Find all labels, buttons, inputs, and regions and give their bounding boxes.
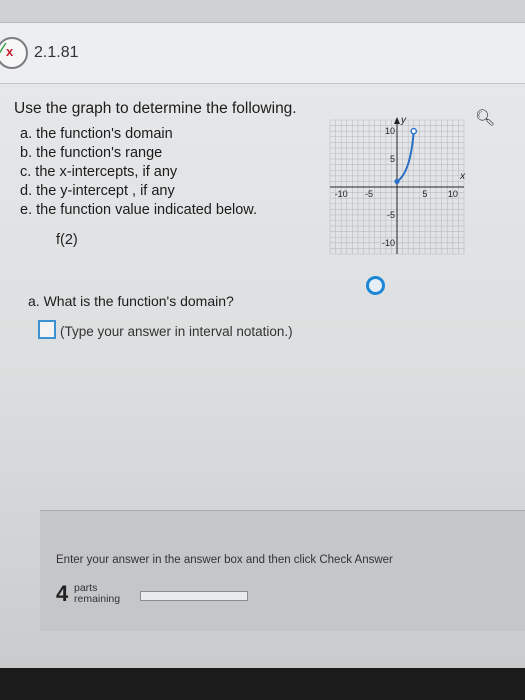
y-axis-label: y [400,115,407,126]
function-graph[interactable]: y x -10 -5 5 10 10 5 -5 -10 [324,112,470,262]
y-axis-arrow-icon [394,117,400,124]
instruction-text: Enter your answer in the answer box and … [56,554,393,566]
y-tick-label: -10 [382,238,395,248]
question-items: a. the function's domain b. the function… [14,125,297,220]
question-item: d. the y-intercept , if any [20,183,175,199]
parts-count: 4 [56,581,69,606]
progress-bar [140,591,248,601]
question-item: c. the x-intercepts, if any [20,164,178,180]
function-curve [396,131,415,183]
y-tick-label: -5 [387,210,395,220]
screen: ⁄ x 2.1.81 Use the graph to determine th… [0,0,525,668]
x-glyph: x [6,44,14,59]
question-item: a. the function's domain [20,126,173,142]
x-tick-label: -5 [365,189,373,199]
top-strip [0,0,525,23]
part-a-question: a. What is the function's domain? [28,293,234,309]
problem-id: 2.1.81 [34,44,79,61]
y-tick-label: 5 [390,154,395,164]
problem-header: ⁄ x 2.1.81 [0,23,525,84]
domain-answer-input[interactable] [38,320,56,339]
open-endpoint [410,127,418,135]
function-value-prompt: f(2) [56,232,78,248]
x-tick-label: -10 [335,189,348,199]
answer-hint: (Type your answer in interval notation.) [60,324,293,339]
graph-option-radio[interactable] [366,276,385,295]
x-tick-label: 5 [422,189,427,199]
footer-panel: Enter your answer in the answer box and … [40,510,525,631]
y-tick-label: 10 [385,126,395,136]
check-slash-glyph: ⁄ [1,41,4,58]
graph-svg: y x -10 -5 5 10 10 5 -5 -10 [329,115,466,255]
question-block: Use the graph to determine the following… [14,100,297,220]
question-lead: Use the graph to determine the following… [14,100,297,117]
question-item: e. the function value indicated below. [20,202,257,218]
parts-remaining: 4 parts remaining [54,579,134,609]
closed-endpoint [394,178,400,185]
magnify-icon[interactable]: 🔍︎ [475,108,495,128]
x-tick-label: 10 [448,189,458,199]
question-item: b. the function's range [20,145,163,161]
remaining-label: remaining [74,593,121,605]
incorrect-status-icon: ⁄ x [0,37,28,69]
x-axis-label: x [459,171,466,182]
